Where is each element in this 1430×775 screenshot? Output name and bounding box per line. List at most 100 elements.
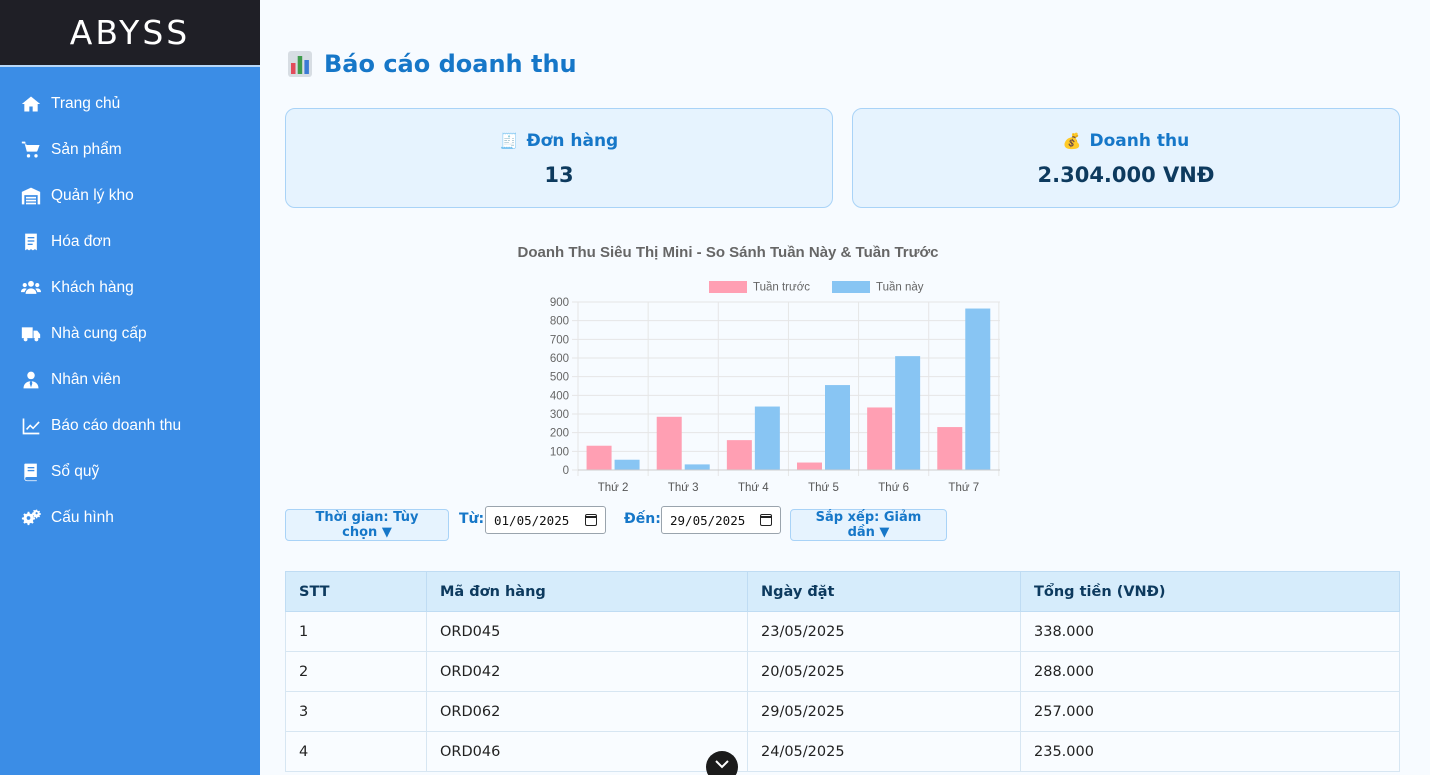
x-tick-label: Thứ 3 bbox=[668, 482, 699, 494]
chart-line-icon bbox=[19, 416, 42, 436]
sidebar-item-label: Hóa đơn bbox=[51, 233, 112, 250]
y-tick-label: 700 bbox=[550, 334, 569, 346]
cell-stt: 3 bbox=[285, 691, 427, 732]
cell-order-id: ORD045 bbox=[426, 611, 748, 652]
sidebar-item-label: Sổ quỹ bbox=[51, 463, 100, 480]
warehouse-icon bbox=[19, 186, 42, 206]
table-row[interactable]: 1 ORD045 23/05/2025 338.000 bbox=[285, 611, 1400, 652]
sidebar-item-label: Nhân viên bbox=[51, 371, 121, 388]
bar bbox=[754, 406, 780, 470]
user-tie-icon bbox=[19, 370, 42, 390]
to-label: Đến: bbox=[624, 511, 661, 527]
col-header-stt[interactable]: STT bbox=[285, 571, 427, 612]
logo[interactable]: ABYSS bbox=[0, 0, 260, 65]
to-date-value: 29/05/2025 bbox=[670, 512, 746, 528]
chevron-down-icon bbox=[715, 760, 729, 769]
cell-total: 235.000 bbox=[1020, 731, 1400, 772]
y-tick-label: 600 bbox=[550, 353, 569, 365]
from-date-input[interactable]: 01/05/2025 bbox=[485, 506, 606, 534]
legend-swatch bbox=[832, 281, 870, 293]
col-header-order-date[interactable]: Ngày đặt bbox=[747, 571, 1021, 612]
money-bag-icon: 💰 bbox=[1062, 132, 1082, 150]
sidebar-item-settings[interactable]: Cấu hình bbox=[0, 495, 260, 541]
cell-order-date: 24/05/2025 bbox=[747, 731, 1021, 772]
main-content: Báo cáo doanh thu 🧾 Đơn hàng 13 💰 Doanh … bbox=[260, 0, 1430, 775]
y-tick-label: 500 bbox=[550, 372, 569, 384]
sidebar-item-label: Trang chủ bbox=[51, 95, 121, 112]
sidebar-nav: Trang chủ Sản phẩm Quản lý kho Hóa đơn K… bbox=[0, 67, 260, 541]
sidebar-item-products[interactable]: Sản phẩm bbox=[0, 127, 260, 173]
x-tick-label: Thứ 2 bbox=[598, 482, 629, 494]
page-title: Báo cáo doanh thu bbox=[288, 50, 577, 78]
cell-order-id: ORD046 bbox=[426, 731, 748, 772]
receipt-icon: 🧾 bbox=[499, 132, 519, 150]
cogs-icon bbox=[19, 508, 42, 528]
bar bbox=[797, 462, 822, 470]
table-row[interactable]: 3 ORD062 29/05/2025 257.000 bbox=[285, 691, 1400, 732]
book-icon bbox=[19, 462, 42, 482]
cell-stt: 2 bbox=[285, 651, 427, 692]
bar bbox=[895, 356, 921, 470]
cart-icon bbox=[19, 140, 42, 160]
sidebar-item-cashbook[interactable]: Sổ quỹ bbox=[0, 449, 260, 495]
revenue-chart-svg: Doanh Thu Siêu Thị Mini - So Sánh Tuần N… bbox=[518, 244, 1070, 494]
y-tick-label: 200 bbox=[550, 428, 569, 440]
sidebar-item-label: Quản lý kho bbox=[51, 187, 134, 204]
from-date-value: 01/05/2025 bbox=[494, 512, 570, 528]
table-row[interactable]: 2 ORD042 20/05/2025 288.000 bbox=[285, 651, 1400, 692]
cell-order-date: 23/05/2025 bbox=[747, 611, 1021, 652]
chart-title: Doanh Thu Siêu Thị Mini - So Sánh Tuần N… bbox=[518, 244, 939, 261]
cell-stt: 1 bbox=[285, 611, 427, 652]
legend-label: Tuần trước bbox=[753, 282, 810, 294]
calendar-icon[interactable] bbox=[760, 514, 772, 526]
scroll-down-button[interactable] bbox=[706, 751, 738, 775]
sidebar-item-suppliers[interactable]: Nhà cung cấp bbox=[0, 311, 260, 357]
x-tick-label: Thứ 4 bbox=[738, 482, 769, 494]
home-icon bbox=[19, 94, 42, 114]
sidebar-item-label: Cấu hình bbox=[51, 509, 114, 526]
orders-table: STT Mã đơn hàng Ngày đặt Tổng tiền (VNĐ)… bbox=[285, 571, 1400, 772]
y-tick-label: 100 bbox=[550, 446, 569, 458]
time-filter-button[interactable]: Thời gian: Tùy chọn ▼ bbox=[285, 509, 449, 541]
bar bbox=[937, 427, 963, 470]
col-header-order-id[interactable]: Mã đơn hàng bbox=[426, 571, 748, 612]
y-tick-label: 0 bbox=[563, 465, 569, 477]
calendar-icon[interactable] bbox=[585, 514, 597, 526]
revenue-stat-card: 💰 Doanh thu 2.304.000 VNĐ bbox=[852, 108, 1400, 208]
sidebar-item-home[interactable]: Trang chủ bbox=[0, 81, 260, 127]
bar bbox=[726, 440, 752, 470]
sidebar-item-invoices[interactable]: Hóa đơn bbox=[0, 219, 260, 265]
y-tick-label: 300 bbox=[550, 409, 569, 421]
y-tick-label: 400 bbox=[550, 390, 569, 402]
to-date-input[interactable]: 29/05/2025 bbox=[661, 506, 781, 534]
bar bbox=[586, 445, 612, 470]
revenue-stat-header: 💰 Doanh thu bbox=[853, 131, 1399, 151]
orders-stat-card: 🧾 Đơn hàng 13 bbox=[285, 108, 833, 208]
revenue-chart: Doanh Thu Siêu Thị Mini - So Sánh Tuần N… bbox=[440, 238, 1070, 500]
users-icon bbox=[19, 278, 42, 298]
x-tick-label: Thứ 6 bbox=[878, 482, 909, 494]
bar bbox=[614, 459, 640, 470]
bar bbox=[825, 385, 850, 470]
bar-chart-icon bbox=[288, 51, 312, 77]
legend-label: Tuần này bbox=[876, 282, 924, 294]
sort-button[interactable]: Sắp xếp: Giảm dần ▼ bbox=[790, 509, 947, 541]
cell-order-date: 29/05/2025 bbox=[747, 691, 1021, 732]
col-header-total[interactable]: Tổng tiền (VNĐ) bbox=[1020, 571, 1400, 612]
orders-stat-header: 🧾 Đơn hàng bbox=[286, 131, 832, 151]
sidebar-item-staff[interactable]: Nhân viên bbox=[0, 357, 260, 403]
page-title-text: Báo cáo doanh thu bbox=[324, 50, 577, 78]
sidebar-item-warehouse[interactable]: Quản lý kho bbox=[0, 173, 260, 219]
sidebar-item-revenue-report[interactable]: Báo cáo doanh thu bbox=[0, 403, 260, 449]
table-row[interactable]: 4 ORD046 24/05/2025 235.000 bbox=[285, 731, 1400, 772]
cell-stt: 4 bbox=[285, 731, 427, 772]
cell-order-id: ORD042 bbox=[426, 651, 748, 692]
sidebar-item-customers[interactable]: Khách hàng bbox=[0, 265, 260, 311]
bar bbox=[684, 464, 710, 470]
cell-total: 288.000 bbox=[1020, 651, 1400, 692]
sidebar: ABYSS Trang chủ Sản phẩm Quản lý kho Hóa… bbox=[0, 0, 260, 775]
orders-stat-label: Đơn hàng bbox=[526, 131, 619, 151]
cell-order-date: 20/05/2025 bbox=[747, 651, 1021, 692]
cell-order-id: ORD062 bbox=[426, 691, 748, 732]
orders-stat-value: 13 bbox=[544, 163, 574, 187]
